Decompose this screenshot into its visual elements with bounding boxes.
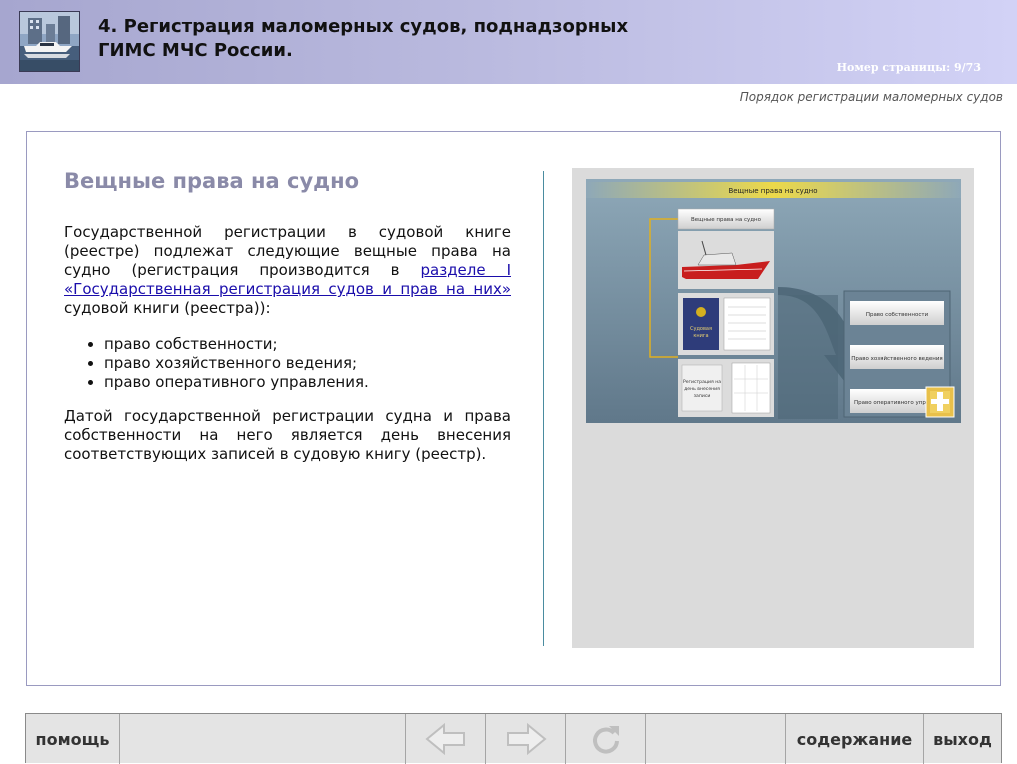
list-item: право хозяйственного ведения; (104, 354, 369, 373)
diagram-register-page (731, 362, 771, 414)
course-logo (19, 11, 80, 72)
toolbar-spacer (120, 714, 406, 764)
column-divider (543, 171, 544, 646)
list-item: право собственности; (104, 335, 369, 354)
diagram-title: Вещные права на судно (728, 187, 817, 195)
page-number-value: 9/73 (954, 61, 981, 74)
diagram-right-ownership-label: Право собственности (866, 312, 929, 318)
help-button[interactable]: помощь (26, 714, 120, 764)
diagram-book-label-2: книга (693, 333, 708, 339)
reload-button[interactable] (566, 714, 646, 764)
diagram-record-label-3: записи (694, 394, 711, 399)
section-subtitle: Порядок регистрации маломерных судов (739, 90, 1003, 104)
diagram-document-page (723, 297, 771, 351)
title-line-2: ГИМС МЧС России. (98, 40, 293, 61)
arrow-right-icon (506, 722, 547, 756)
toolbar-spacer (646, 714, 786, 764)
title-line-1: 4. Регистрация маломерных судов, поднадз… (98, 16, 629, 37)
rights-list: право собственности; право хозяйственног… (64, 335, 369, 392)
header-bar: 4. Регистрация маломерных судов, поднадз… (0, 0, 1017, 84)
page-number: Номер страницы: 9/73 (837, 61, 981, 74)
registration-date-paragraph: Датой государственной регистрации судна … (64, 407, 511, 463)
bottom-toolbar: помощь содержание выход (25, 713, 1002, 764)
list-item: право оперативного управления. (104, 373, 369, 392)
back-button[interactable] (406, 714, 486, 764)
page-title: 4. Регистрация маломерных судов, поднадз… (98, 15, 738, 63)
page-number-label: Номер страницы: (836, 61, 951, 74)
diagram-record-label-1: Регистрация на (683, 379, 721, 385)
diagram-record-label-2: день внесения (684, 387, 720, 392)
reload-icon (592, 726, 619, 754)
diagram-right-economic-label: Право хозяйственного ведения (851, 355, 942, 362)
diagram-book-label-1: Судовая (690, 326, 712, 332)
intro-paragraph: Государственной регистрации в судовой кн… (64, 223, 511, 318)
diagram-thumbnail[interactable]: Вещные права на судно Вещные права на су… (586, 179, 961, 423)
arrow-left-icon (424, 722, 465, 756)
exit-button[interactable]: выход (924, 714, 1001, 764)
intro-text-end: судовой книги (реестра)): (64, 299, 271, 317)
contents-button[interactable]: содержание (786, 714, 924, 764)
diagram-book (683, 298, 719, 350)
content-frame: Вещные права на судно Государственной ре… (26, 131, 1001, 686)
plus-icon[interactable] (925, 386, 955, 418)
forward-button[interactable] (486, 714, 566, 764)
illustration-panel: Вещные права на судно Вещные права на су… (572, 168, 974, 648)
diagram-box-vessel-rights-label: Вещные права на судно (691, 217, 762, 223)
diagram-arrow-shadow (778, 295, 838, 419)
content-heading: Вещные права на судно (64, 169, 360, 193)
diagram-book-emblem (696, 307, 706, 317)
